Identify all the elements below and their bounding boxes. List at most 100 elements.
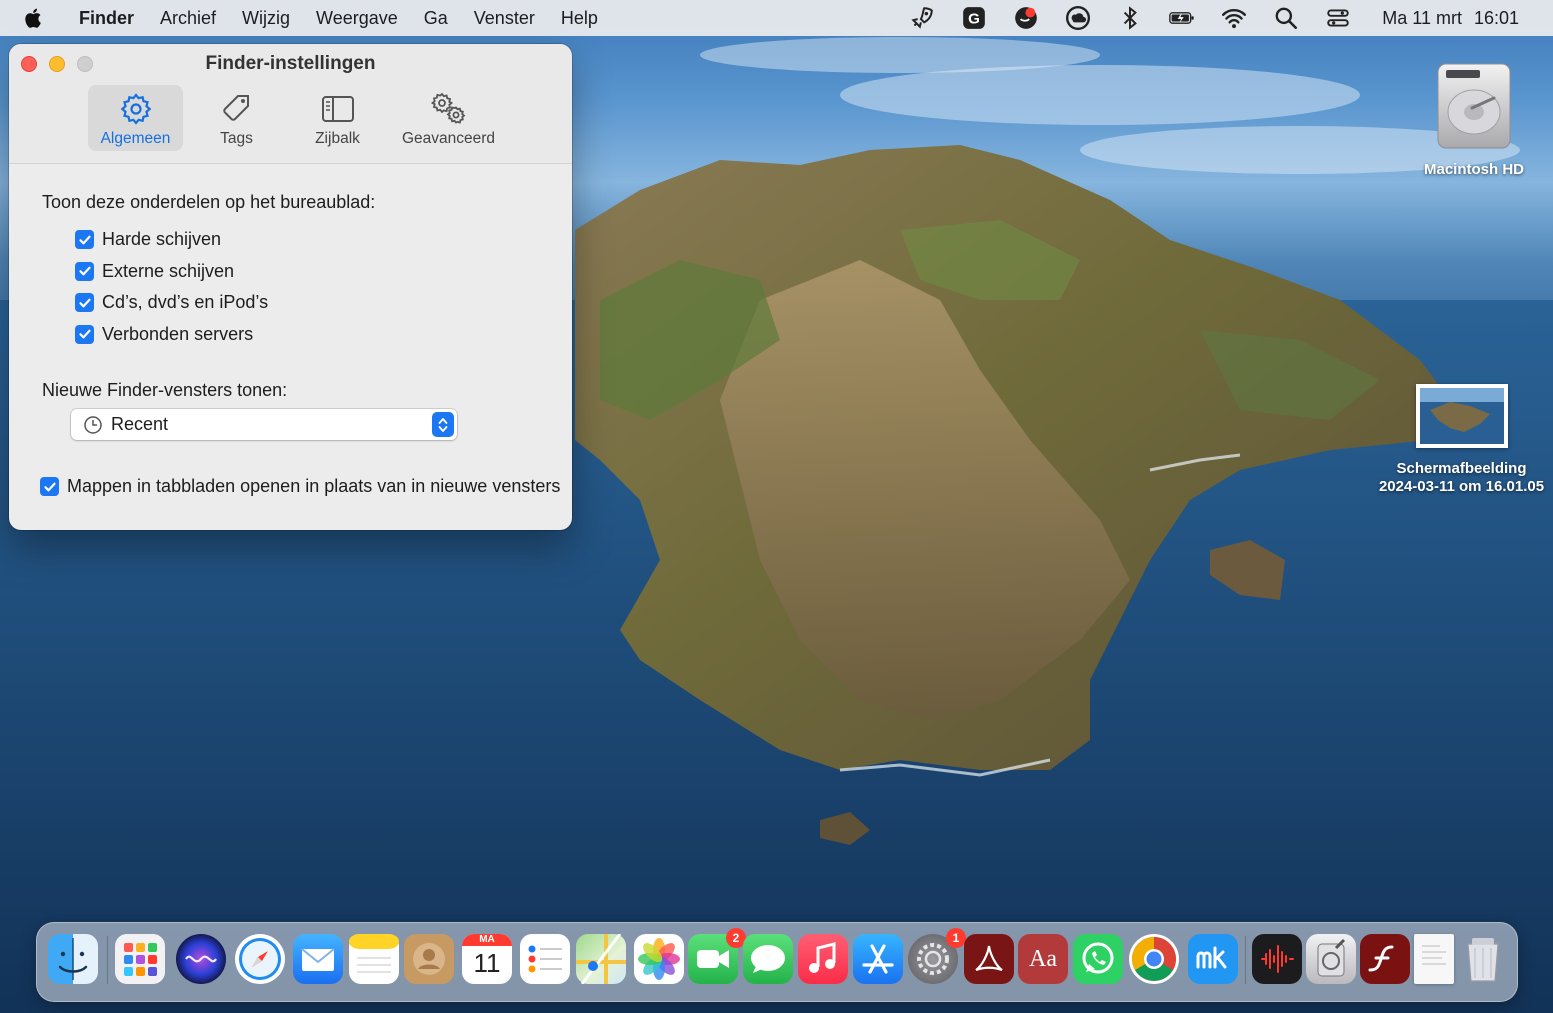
checkbox-row-externe-schijven[interactable]: Externe schijven xyxy=(75,256,572,288)
tab-label: Zijbalk xyxy=(315,130,360,147)
checkbox-row-harde-schijven[interactable]: Harde schijven xyxy=(75,224,572,256)
tab-zijbalk[interactable]: Zijbalk xyxy=(290,85,385,151)
checkbox-label: Harde schijven xyxy=(102,229,222,250)
dock-separator xyxy=(1245,936,1246,984)
menu-help[interactable]: Help xyxy=(548,0,611,36)
tab-label: Geavanceerd xyxy=(401,130,496,147)
desktop-items-heading: Toon deze onderdelen op het bureaublad: xyxy=(42,192,376,212)
checkbox-label: Externe schijven xyxy=(102,260,235,281)
checkmark-icon xyxy=(78,266,91,276)
menu-weergave[interactable]: Weergave xyxy=(303,0,411,36)
search-icon[interactable] xyxy=(1269,0,1303,36)
settings-content: Toon deze onderdelen op het bureaublad: … xyxy=(9,164,572,497)
desktop-icon-label-line2: 2024-03-11 om 16.01.05 xyxy=(1378,478,1545,495)
checkmark-icon xyxy=(78,235,91,245)
control-center-icon[interactable] xyxy=(1321,0,1355,36)
sidebar-icon xyxy=(321,96,354,122)
dock-system-settings-icon[interactable]: 1 xyxy=(908,928,966,984)
svg-text:G: G xyxy=(968,10,980,27)
menu-archief[interactable]: Archief xyxy=(147,0,229,36)
dock-maps-icon[interactable] xyxy=(576,934,626,984)
menu-bar: Finder Archief Wijzig Weergave Ga Venste… xyxy=(0,0,1553,36)
screenshot-thumbnail xyxy=(1415,384,1508,448)
dock-calendar-icon[interactable]: MA 11 xyxy=(462,934,512,984)
dock-app-store-icon[interactable] xyxy=(853,934,903,984)
desktop-icon-screenshot[interactable]: Schermafbeelding 2024-03-11 om 16.01.05 xyxy=(1370,384,1553,496)
checkbox-row-verbonden-servers[interactable]: Verbonden servers xyxy=(75,319,572,351)
settings-badge: 1 xyxy=(946,928,966,948)
dock-finder-icon[interactable] xyxy=(48,934,98,984)
dock-siri-icon[interactable] xyxy=(176,934,226,984)
dock-launchpad-icon[interactable] xyxy=(115,934,165,984)
dock-safari-icon[interactable] xyxy=(235,934,285,984)
apple-menu-icon[interactable] xyxy=(22,6,46,30)
dock-mail-icon[interactable] xyxy=(293,934,343,984)
window-toolbar: Finder-instellingen Algemeen Tags Zijbal… xyxy=(9,44,572,164)
wifi-icon[interactable] xyxy=(1217,0,1251,36)
dictionary-label: Aa xyxy=(1029,945,1057,972)
creative-cloud-icon[interactable] xyxy=(1061,0,1095,36)
checkbox-label: Mappen in tabbladen openen in plaats van… xyxy=(67,476,561,496)
dock-trash-icon[interactable] xyxy=(1460,934,1506,984)
dock-reminders-icon[interactable] xyxy=(520,934,570,984)
hard-drive-icon xyxy=(1437,63,1511,149)
checkbox-row-cds-dvds-ipods[interactable]: Cd’s, dvd’s en iPod’s xyxy=(75,287,572,319)
dock-acrobat-icon[interactable] xyxy=(964,934,1014,984)
clock-time: 16:01 xyxy=(1473,7,1519,28)
rocket-icon[interactable] xyxy=(905,0,939,36)
tab-tags[interactable]: Tags xyxy=(189,85,284,151)
checkbox-checked[interactable] xyxy=(75,324,94,344)
checkbox-checked[interactable] xyxy=(75,261,94,281)
dock-disk-utility-icon[interactable] xyxy=(1306,934,1356,984)
dock-flash-icon[interactable] xyxy=(1360,934,1410,984)
dock-contacts-icon[interactable] xyxy=(404,934,454,984)
clock-date: Ma 11 mrt xyxy=(1382,7,1462,28)
calendar-month: MA xyxy=(462,934,512,946)
dock-photos-icon[interactable] xyxy=(634,934,684,984)
dock-messages-icon[interactable] xyxy=(743,934,793,984)
record-icon[interactable] xyxy=(1009,0,1043,36)
menu-clock[interactable]: Ma 11 mrt 16:01 xyxy=(1382,8,1519,29)
checkmark-icon xyxy=(78,298,91,308)
checkbox-checked[interactable] xyxy=(75,230,94,250)
screenshot-preview-image xyxy=(1419,388,1504,444)
settings-tabs: Algemeen Tags Zijbalk Geavanceerd xyxy=(88,85,506,151)
dock-moneybird-icon[interactable] xyxy=(1188,934,1238,984)
menu-app-name[interactable]: Finder xyxy=(66,0,147,36)
menu-wijzig[interactable]: Wijzig xyxy=(229,0,303,36)
dock-whatsapp-icon[interactable] xyxy=(1073,934,1123,984)
popup-arrows-icon[interactable] xyxy=(432,412,454,437)
dock-facetime-icon[interactable]: 2 xyxy=(688,928,746,984)
tab-algemeen[interactable]: Algemeen xyxy=(88,85,183,151)
status-area: G Ma 11 mrt 16:01 xyxy=(896,0,1553,36)
desktop-icon-label: Macintosh HD xyxy=(1423,161,1524,178)
checkbox-checked[interactable] xyxy=(40,477,59,496)
dock-document-icon[interactable] xyxy=(1414,934,1454,984)
tab-label: Algemeen xyxy=(100,130,171,147)
desktop-icon-label-line1: Schermafbeelding xyxy=(1396,460,1527,477)
new-window-heading: Nieuwe Finder-vensters tonen: xyxy=(42,380,288,400)
clock-icon xyxy=(84,415,102,434)
bluetooth-icon[interactable] xyxy=(1113,0,1147,36)
checkbox-row-open-in-tabs[interactable]: Mappen in tabbladen openen in plaats van… xyxy=(40,476,572,497)
tag-icon xyxy=(222,95,249,121)
menu-venster[interactable]: Venster xyxy=(461,0,548,36)
dock-notes-icon[interactable] xyxy=(349,934,399,984)
desktop-icon-macintosh-hd[interactable]: Macintosh HD xyxy=(1414,58,1534,179)
battery-charging-icon[interactable] xyxy=(1165,0,1199,36)
dock-chrome-icon[interactable] xyxy=(1129,934,1179,984)
dock-separator xyxy=(107,936,108,984)
menu-ga[interactable]: Ga xyxy=(411,0,461,36)
grammarly-icon[interactable]: G xyxy=(957,0,991,36)
tab-geavanceerd[interactable]: Geavanceerd xyxy=(391,85,506,151)
new-window-popup[interactable]: Recent xyxy=(71,409,457,440)
dock-voice-memos-icon[interactable] xyxy=(1252,934,1302,984)
dock-dictionary-icon[interactable]: Aa xyxy=(1018,934,1068,984)
finder-settings-window: Finder-instellingen Algemeen Tags Zijbal… xyxy=(9,44,572,530)
checkbox-checked[interactable] xyxy=(75,293,94,313)
calendar-day: 11 xyxy=(473,948,501,978)
dock-music-icon[interactable] xyxy=(798,934,848,984)
tab-label: Tags xyxy=(220,130,253,147)
checkmark-icon xyxy=(78,329,91,339)
gear-icon xyxy=(120,93,151,125)
